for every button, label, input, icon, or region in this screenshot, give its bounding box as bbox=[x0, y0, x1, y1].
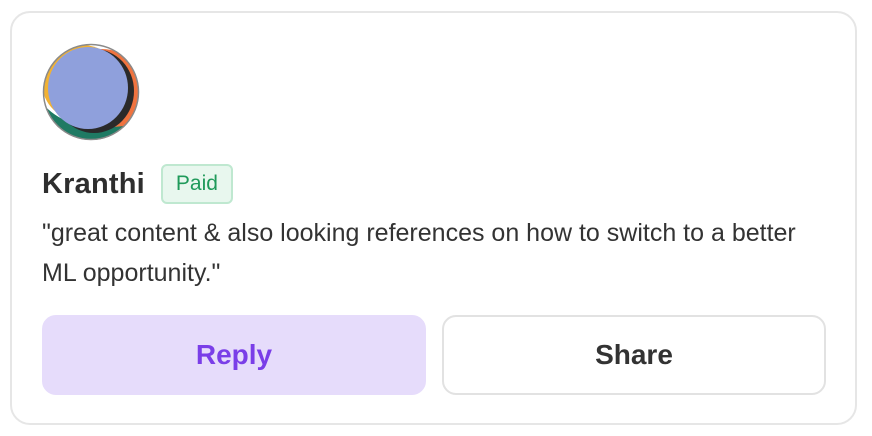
author-name: Kranthi bbox=[42, 167, 145, 200]
comment-text: "great content & also looking references… bbox=[42, 219, 796, 287]
avatar[interactable] bbox=[42, 43, 140, 141]
share-button[interactable]: Share bbox=[442, 315, 826, 395]
author-row: Kranthi Paid bbox=[42, 163, 233, 205]
reply-button[interactable]: Reply bbox=[42, 315, 426, 395]
paid-badge: Paid bbox=[160, 164, 233, 204]
comment-card: Kranthi Paid "great content & also looki… bbox=[10, 11, 857, 425]
avatar-image bbox=[42, 43, 140, 141]
action-row: Reply Share bbox=[42, 315, 826, 395]
